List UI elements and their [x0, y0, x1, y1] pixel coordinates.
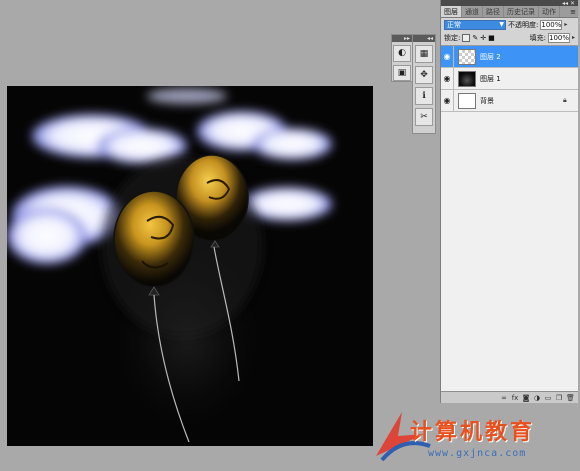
layer-row[interactable]: ◉ 图层 1 [441, 68, 578, 90]
tab-channels[interactable]: 通道 [462, 6, 483, 17]
collapse-arrows-icon[interactable]: ▸▸ [392, 35, 412, 42]
layer-list: ◉ 图层 2 ◉ 图层 1 ◉ 背景 🔒︎ [441, 45, 578, 391]
blend-mode-select[interactable]: 正常 ▼ [444, 19, 506, 30]
opacity-field[interactable]: 100% [540, 19, 563, 30]
layer-thumbnail [458, 48, 476, 65]
lock-pixels-icon[interactable]: ✎ [472, 34, 478, 42]
visibility-eye-icon[interactable]: ◉ [441, 46, 454, 67]
visibility-eye-icon[interactable]: ◉ [441, 90, 454, 111]
tab-actions[interactable]: 动作 [539, 6, 560, 17]
tab-history[interactable]: 历史记录 [504, 6, 539, 17]
layer-lock-icon: 🔒︎ [563, 96, 567, 104]
visibility-eye-icon[interactable]: ◉ [441, 68, 454, 89]
lock-position-icon[interactable]: ✛ [480, 34, 486, 42]
panel-tabs: 图层 通道 路径 历史记录 动作 ≡ [441, 6, 578, 18]
fill-field[interactable]: 100% [547, 32, 570, 43]
lock-fill-row: 锁定: ✎ ✛ ■ 填充: 100% ▸ [441, 31, 578, 44]
blend-opacity-row: 正常 ▼ 不透明度: 100% ▸ [441, 18, 578, 31]
layers-panel: ◂◂ ✕ 图层 通道 路径 历史记录 动作 ≡ 正常 ▼ 不透明度: 100% … [440, 0, 578, 403]
lock-label: 锁定: [444, 33, 461, 42]
watermark-text: 计算机教育 [410, 420, 536, 445]
layer-thumbnail [458, 92, 476, 109]
opacity-label: 不透明度: [508, 20, 539, 29]
chevron-down-icon: ▼ [499, 20, 504, 28]
tab-paths[interactable]: 路径 [483, 6, 504, 17]
brush-preset-icon[interactable]: ◐ [393, 45, 411, 62]
clone-source-icon[interactable]: ▣ [393, 64, 411, 81]
layer-row[interactable]: ◉ 背景 🔒︎ [441, 90, 578, 112]
fill-slider-arrow-icon[interactable]: ▸ [572, 34, 575, 41]
watermark: 计算机教育 www.gxjnca.com [372, 398, 580, 471]
document-canvas[interactable] [7, 86, 373, 446]
watermark-url: www.gxjnca.com [428, 448, 527, 459]
histogram-icon[interactable]: ▦ [415, 45, 433, 63]
tab-layers[interactable]: 图层 [441, 6, 462, 17]
info-icon[interactable]: ℹ [415, 87, 433, 105]
navigator-icon[interactable]: ✥ [415, 66, 433, 84]
fill-label: 填充: [529, 33, 546, 42]
collapse-arrows-icon[interactable]: ◂◂ [413, 35, 435, 42]
blend-mode-value: 正常 [447, 20, 461, 29]
layer-thumbnail [458, 70, 476, 87]
layer-name: 图层 1 [480, 74, 501, 83]
layer-name: 背景 [480, 96, 494, 105]
opacity-slider-arrow-icon[interactable]: ▸ [564, 21, 567, 28]
layer-row[interactable]: ◉ 图层 2 [441, 46, 578, 68]
tool-preset-icon[interactable]: ✂ [415, 108, 433, 126]
lock-all-icon[interactable]: ■ [488, 34, 495, 42]
panel-menu-icon[interactable]: ≡ [568, 6, 578, 17]
lock-transparency-icon[interactable] [462, 33, 471, 42]
left-mini-toolbar: ▸▸ ◐ ▣ [391, 34, 413, 82]
layer-name: 图层 2 [480, 52, 501, 61]
canvas-artwork [7, 88, 332, 443]
right-mini-toolbar: ◂◂ ▦ ✥ ℹ ✂ [412, 34, 436, 134]
